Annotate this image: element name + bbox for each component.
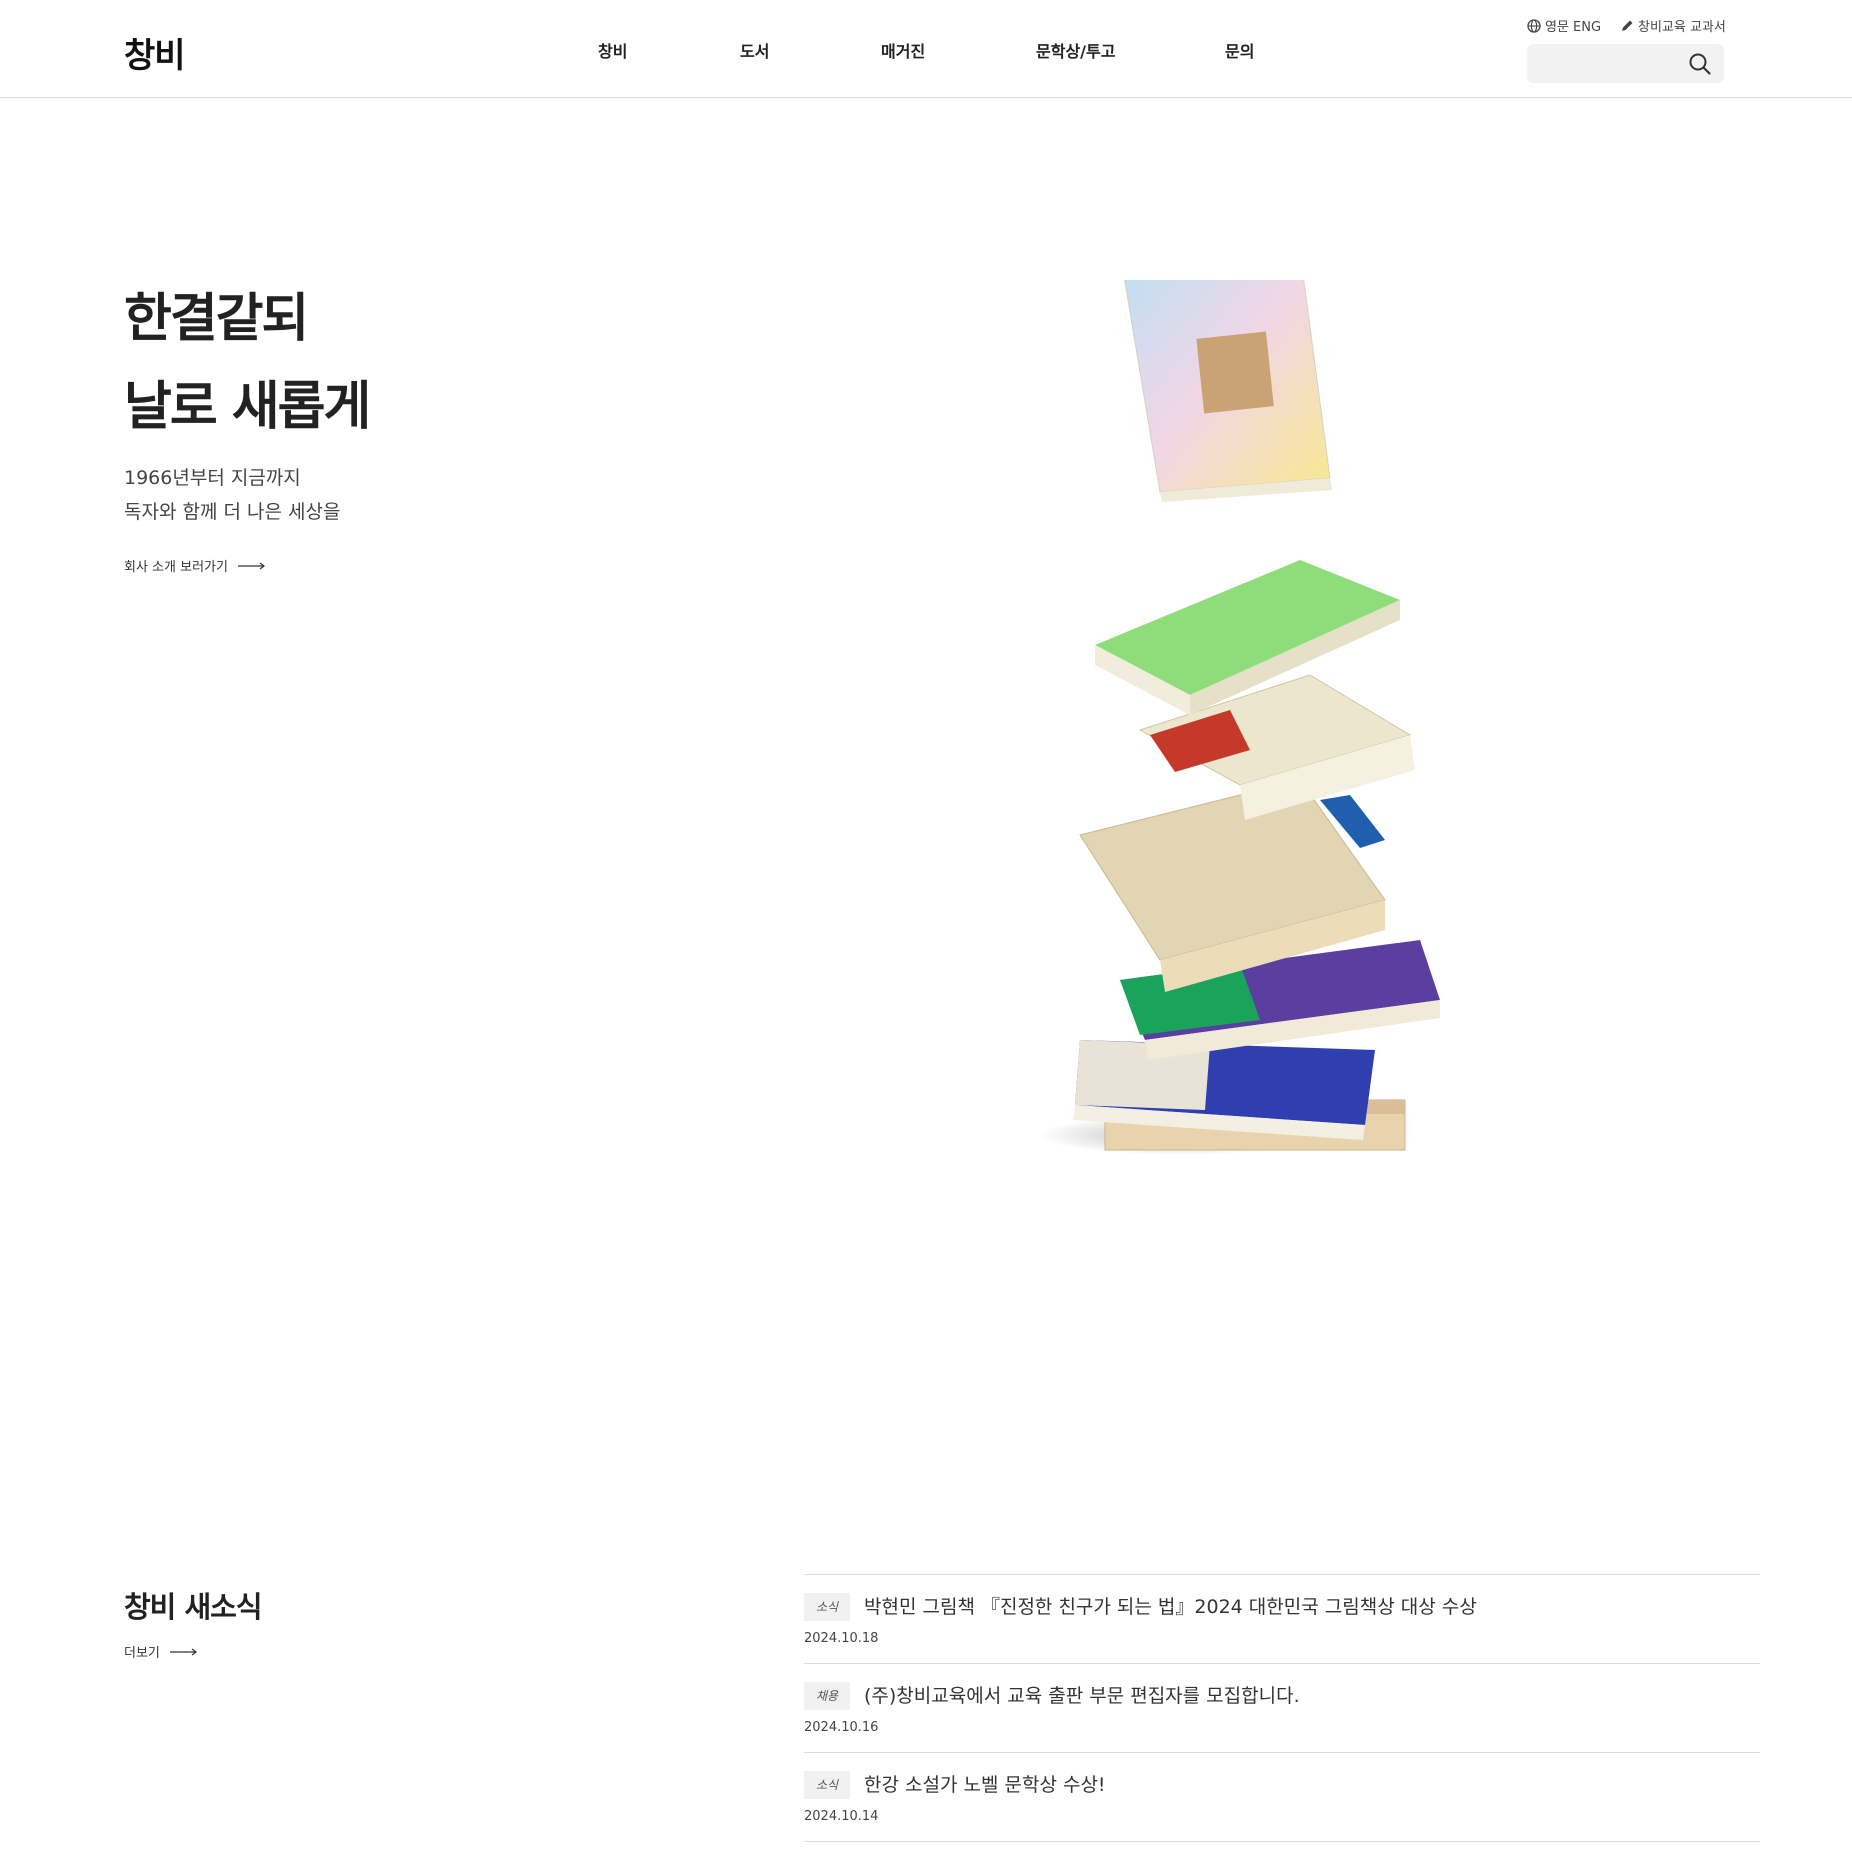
textbook-link[interactable]: 창비교육 교과서 [1620, 16, 1726, 35]
news-item[interactable]: 소식 박현민 그림책 『진정한 친구가 되는 법』2024 대한민국 그림책상 … [804, 1574, 1760, 1663]
news-tag: 채용 [804, 1682, 850, 1710]
news-date: 2024.10.16 [804, 1720, 879, 1735]
news-section-title: 창비 새소식 [124, 1590, 262, 1624]
search-icon[interactable] [1688, 52, 1712, 76]
company-intro-link[interactable]: 회사 소개 보러가기 [124, 556, 266, 575]
site-header: 창비 창비 도서 매거진 문학상/투고 문의 영문 ENG 창비교육 교과서 [0, 0, 1852, 98]
book-green [1095, 560, 1400, 715]
arrow-right-icon [169, 1648, 197, 1655]
search-box [1527, 44, 1724, 83]
news-date: 2024.10.14 [804, 1809, 879, 1824]
search-input[interactable] [1527, 44, 1701, 83]
nav-books[interactable]: 도서 [740, 38, 769, 62]
hero-title-line2: 날로 새롭게 [124, 377, 371, 437]
textbook-link-label: 창비교육 교과서 [1638, 20, 1726, 35]
hero-book-stack-image [1040, 280, 1440, 1155]
news-list-divider [804, 1841, 1760, 1842]
news-item[interactable]: 채용 (주)창비교육에서 교육 출판 부문 편집자를 모집합니다. 2024.1… [804, 1663, 1760, 1752]
news-item[interactable]: 소식 한강 소설가 노벨 문학상 수상! 2024.10.14 [804, 1752, 1760, 1841]
globe-icon [1527, 18, 1541, 33]
arrow-right-icon [237, 562, 265, 569]
nav-magazine[interactable]: 매거진 [881, 38, 925, 62]
news-more-link[interactable]: 더보기 [124, 1642, 198, 1661]
nav-changbi[interactable]: 창비 [598, 38, 627, 62]
english-link[interactable]: 영문 ENG [1527, 16, 1601, 35]
nav-award-submission[interactable]: 문학상/투고 [1036, 38, 1115, 62]
news-more-label: 더보기 [124, 1646, 160, 1661]
pencil-icon [1622, 20, 1633, 31]
news-headline[interactable]: 한강 소설가 노벨 문학상 수상! [864, 1771, 1106, 1799]
book-top-200 [1124, 280, 1332, 502]
news-headline[interactable]: 박현민 그림책 『진정한 친구가 되는 법』2024 대한민국 그림책상 대상 … [864, 1593, 1477, 1621]
news-list: 소식 박현민 그림책 『진정한 친구가 되는 법』2024 대한민국 그림책상 … [804, 1574, 1760, 1842]
hero-title-line1: 한결같되 [124, 289, 309, 349]
english-link-label: 영문 ENG [1545, 20, 1602, 35]
news-tag: 소식 [804, 1593, 850, 1621]
hero-sub-line2: 독자와 함께 더 나은 세상을 [124, 501, 341, 523]
company-intro-label: 회사 소개 보러가기 [124, 560, 228, 575]
news-tag: 소식 [804, 1771, 850, 1799]
nav-inquiry[interactable]: 문의 [1225, 38, 1254, 62]
news-headline[interactable]: (주)창비교육에서 교육 출판 부문 편집자를 모집합니다. [864, 1682, 1300, 1710]
hero-sub-line1: 1966년부터 지금까지 [124, 467, 301, 489]
news-date: 2024.10.18 [804, 1631, 879, 1646]
logo[interactable]: 창비 [124, 28, 186, 77]
